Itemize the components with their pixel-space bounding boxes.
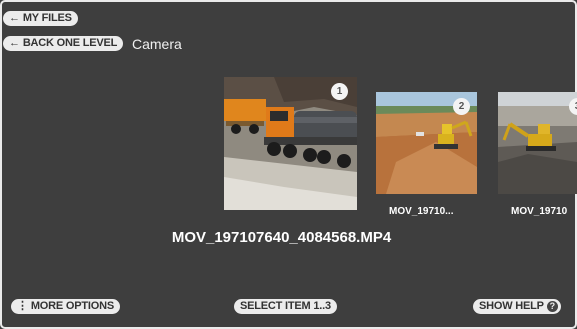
select-items-button[interactable]: SELECT ITEM 1..3 — [234, 299, 337, 314]
video-thumbnail-2[interactable]: 2 — [376, 92, 477, 194]
excavator-photo — [498, 92, 577, 194]
more-options-button[interactable]: ⋮ MORE OPTIONS — [11, 299, 120, 314]
back-arrow-icon: ← — [9, 37, 20, 49]
select-items-label: SELECT ITEM 1..3 — [240, 300, 331, 312]
thumbnail-caption: MOV_19710 — [511, 206, 568, 217]
selected-filename: MOV_197107640_4084568.MP4 — [171, 229, 392, 246]
show-help-button[interactable]: SHOW HELP ? — [473, 299, 561, 314]
help-icon: ? — [546, 301, 558, 312]
more-options-label: MORE OPTIONS — [30, 300, 114, 312]
my-files-button[interactable]: ← MY FILES — [3, 11, 78, 26]
video-thumbnail-1[interactable]: 1 — [224, 77, 357, 210]
back-arrow-icon: ← — [9, 12, 20, 24]
show-help-label: SHOW HELP — [479, 300, 544, 312]
thumbnail-caption: MOV_19710... — [389, 206, 454, 217]
back-one-level-button[interactable]: ← BACK ONE LEVEL — [3, 36, 124, 51]
my-files-label: MY FILES — [22, 12, 72, 24]
more-options-icon: ⋮ — [17, 300, 28, 312]
item-index-badge: 2 — [453, 98, 470, 115]
current-folder-name: Camera — [132, 36, 182, 52]
item-index-badge: 1 — [331, 83, 348, 100]
video-thumbnail-3[interactable]: 3 — [498, 92, 577, 194]
back-one-level-label: BACK ONE LEVEL — [22, 37, 118, 49]
